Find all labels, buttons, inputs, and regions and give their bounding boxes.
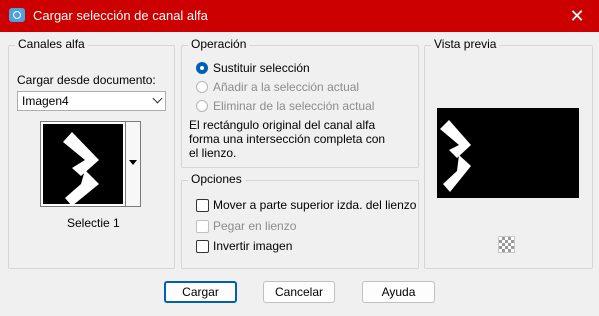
thumbnail-dropdown-button[interactable] [125, 122, 140, 206]
option-paste-checkbox [196, 220, 209, 233]
checkerboard-icon[interactable] [498, 236, 515, 253]
document-select-value: Imagen4 [22, 94, 69, 108]
close-button[interactable]: ✕ [555, 0, 599, 32]
option-invert-label: Invertir imagen [213, 239, 293, 253]
option-move-label: Mover a parte superior izda. del lienzo [213, 198, 417, 212]
channel-thumbnail-picker[interactable] [40, 121, 141, 207]
operation-description-2: forma una intersección completa con [189, 132, 386, 146]
load-from-label: Cargar desde documento: [17, 73, 156, 87]
app-camera-icon [9, 8, 25, 22]
radio-add-control [196, 81, 208, 93]
radio-replace-control[interactable] [196, 62, 208, 74]
caret-down-icon [129, 160, 137, 165]
radio-remove-label: Eliminar de la selección actual [213, 99, 375, 113]
document-select[interactable]: Imagen4 [17, 91, 166, 111]
option-paste-label: Pegar en lienzo [213, 219, 297, 233]
selection-name: Selectie 1 [67, 216, 120, 230]
channel-thumbnail-icon [43, 124, 123, 206]
preview-title: Vista previa [431, 37, 500, 51]
radio-replace-label: Sustituir selección [213, 61, 310, 75]
help-button[interactable]: Ayuda [362, 281, 435, 303]
preview-image [437, 108, 579, 198]
load-button[interactable]: Cargar [164, 281, 237, 303]
operation-description-3: el lienzo. [189, 146, 237, 160]
radio-add-label: Añadir a la selección actual [213, 80, 360, 94]
radio-remove-control [196, 100, 208, 112]
alpha-channels-title: Canales alfa [15, 37, 88, 51]
operation-description-1: El rectángulo original del canal alfa [189, 118, 376, 132]
option-move-checkbox[interactable] [196, 199, 209, 212]
title-bar: Cargar selección de canal alfa ✕ [0, 0, 599, 32]
option-invert-checkbox[interactable] [196, 240, 209, 253]
chevron-down-icon [152, 93, 163, 104]
options-title: Opciones [188, 172, 245, 186]
operation-title: Operación [188, 37, 250, 51]
cancel-button[interactable]: Cancelar [263, 281, 335, 303]
window-title: Cargar selección de canal alfa [33, 8, 208, 23]
